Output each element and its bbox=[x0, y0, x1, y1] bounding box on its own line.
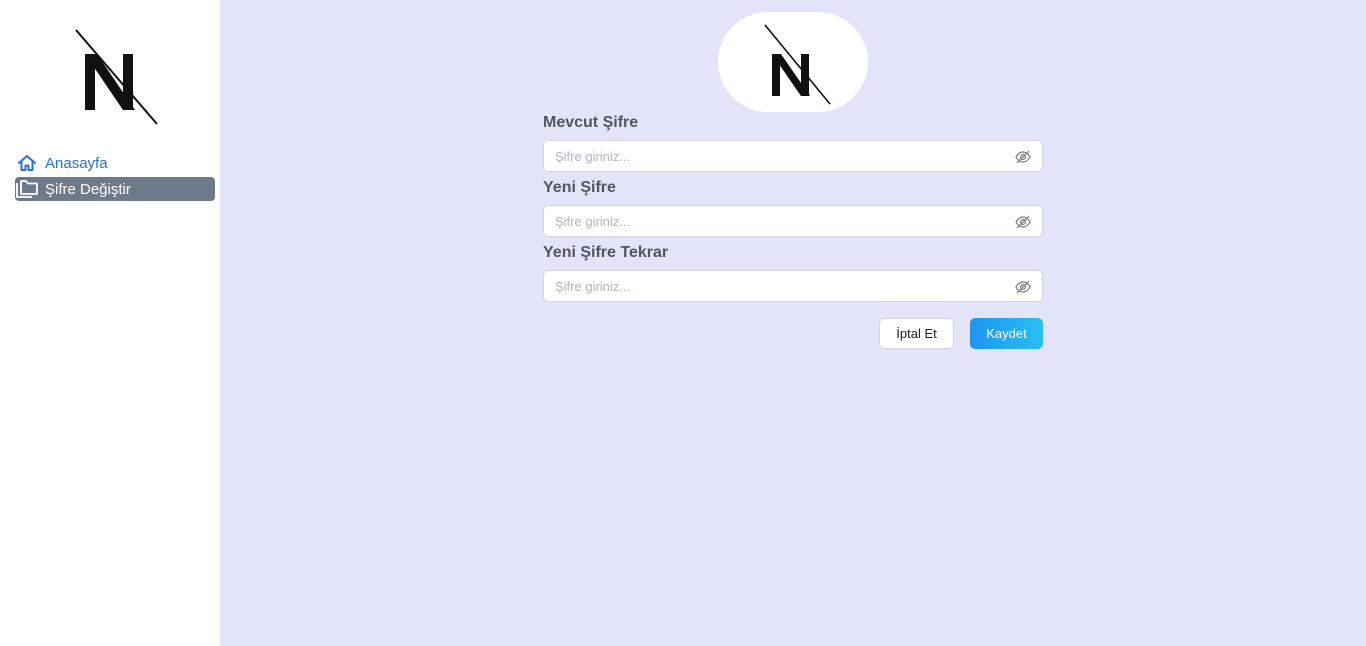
eye-slash-icon[interactable] bbox=[1015, 149, 1031, 165]
eye-slash-icon[interactable] bbox=[1015, 279, 1031, 295]
confirm-password-input[interactable] bbox=[544, 271, 1004, 301]
confirm-password-label: Yeni Şifre Tekrar bbox=[543, 244, 669, 261]
sidebar: Anasayfa Şifre Değiştir bbox=[0, 0, 220, 646]
main-content: Mevcut Şifre Yeni Şifre Yeni Şifre Tekra… bbox=[220, 0, 1366, 646]
eye-slash-icon[interactable] bbox=[1015, 214, 1031, 230]
folders-icon bbox=[15, 177, 39, 201]
n-logo-icon bbox=[75, 29, 158, 125]
sidebar-item-label: Şifre Değiştir bbox=[45, 180, 131, 198]
logo-badge bbox=[718, 12, 868, 112]
home-icon bbox=[15, 151, 39, 175]
current-password-label: Mevcut Şifre bbox=[543, 114, 639, 131]
sidebar-item-home[interactable]: Anasayfa bbox=[15, 151, 215, 175]
cancel-button[interactable]: İptal Et bbox=[879, 318, 954, 349]
current-password-input[interactable] bbox=[544, 141, 1004, 171]
new-password-input[interactable] bbox=[544, 206, 1004, 236]
save-button[interactable]: Kaydet bbox=[970, 318, 1043, 349]
new-password-label: Yeni Şifre bbox=[543, 179, 616, 196]
confirm-password-field-wrapper bbox=[543, 270, 1043, 302]
sidebar-item-change-password[interactable]: Şifre Değiştir bbox=[15, 177, 215, 201]
current-password-field-wrapper bbox=[543, 140, 1043, 172]
n-logo-icon bbox=[764, 24, 831, 105]
new-password-field-wrapper bbox=[543, 205, 1043, 237]
sidebar-item-label: Anasayfa bbox=[45, 154, 108, 172]
